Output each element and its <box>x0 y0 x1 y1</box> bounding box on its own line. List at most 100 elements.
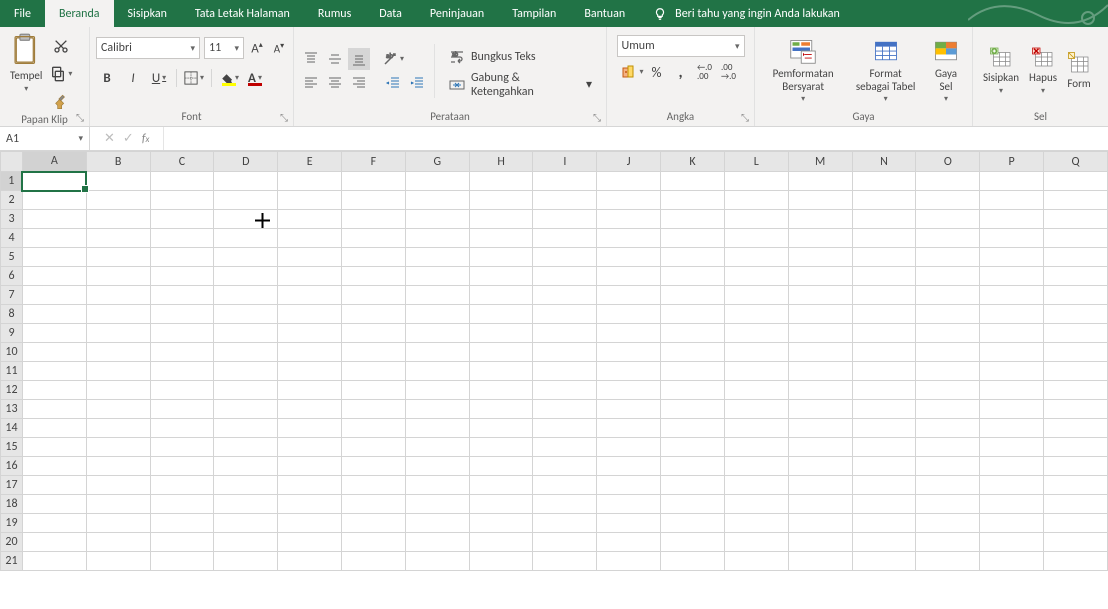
cell-E15[interactable] <box>278 438 342 457</box>
number-format-combo[interactable]: Umum ▾ <box>617 35 745 57</box>
cell-H18[interactable] <box>469 495 533 514</box>
cell-G20[interactable] <box>405 533 469 552</box>
cell-I14[interactable] <box>533 419 597 438</box>
cell-O1[interactable] <box>916 172 980 191</box>
cell-P8[interactable] <box>980 305 1044 324</box>
cell-E8[interactable] <box>278 305 342 324</box>
cell-E6[interactable] <box>278 267 342 286</box>
cell-H3[interactable] <box>469 210 533 229</box>
tab-help[interactable]: Bantuan <box>570 0 639 27</box>
cell-L12[interactable] <box>724 381 788 400</box>
cell-F16[interactable] <box>342 457 406 476</box>
cell-C16[interactable] <box>150 457 214 476</box>
increase-font-button[interactable]: A▴ <box>248 37 266 59</box>
cell-Q8[interactable] <box>1044 305 1108 324</box>
cell-C10[interactable] <box>150 343 214 362</box>
cell-B17[interactable] <box>86 476 150 495</box>
cell-N19[interactable] <box>852 514 916 533</box>
italic-button[interactable]: I <box>122 67 144 89</box>
cell-H15[interactable] <box>469 438 533 457</box>
cell-F5[interactable] <box>342 248 406 267</box>
cell-E17[interactable] <box>278 476 342 495</box>
cell-Q15[interactable] <box>1044 438 1108 457</box>
accept-formula-button[interactable]: ✓ <box>123 131 134 146</box>
cell-J11[interactable] <box>597 362 661 381</box>
cell-A7[interactable] <box>22 286 86 305</box>
delete-cells-button[interactable]: Hapus ▾ <box>1025 43 1061 98</box>
cell-L5[interactable] <box>724 248 788 267</box>
cell-E19[interactable] <box>278 514 342 533</box>
cell-N8[interactable] <box>852 305 916 324</box>
cell-styles-button[interactable]: Gaya Sel ▾ <box>926 35 966 107</box>
row-header-11[interactable]: 11 <box>1 362 23 381</box>
underline-button[interactable]: U▾ <box>148 67 170 89</box>
cell-N16[interactable] <box>852 457 916 476</box>
cell-L13[interactable] <box>724 400 788 419</box>
tab-formulas[interactable]: Rumus <box>304 0 365 27</box>
column-header-Q[interactable]: Q <box>1044 152 1108 172</box>
bold-button[interactable]: B <box>96 67 118 89</box>
orientation-button[interactable]: ab▾ <box>382 48 404 70</box>
cell-P12[interactable] <box>980 381 1044 400</box>
cell-E1[interactable] <box>278 172 342 191</box>
cell-A17[interactable] <box>22 476 86 495</box>
cell-A3[interactable] <box>22 210 86 229</box>
cell-P3[interactable] <box>980 210 1044 229</box>
cell-O6[interactable] <box>916 267 980 286</box>
cell-F6[interactable] <box>342 267 406 286</box>
cell-A12[interactable] <box>22 381 86 400</box>
cell-A6[interactable] <box>22 267 86 286</box>
cell-J10[interactable] <box>597 343 661 362</box>
column-header-E[interactable]: E <box>278 152 342 172</box>
cell-O14[interactable] <box>916 419 980 438</box>
cell-C12[interactable] <box>150 381 214 400</box>
cell-Q10[interactable] <box>1044 343 1108 362</box>
cell-B19[interactable] <box>86 514 150 533</box>
cell-F12[interactable] <box>342 381 406 400</box>
cell-B14[interactable] <box>86 419 150 438</box>
cell-O11[interactable] <box>916 362 980 381</box>
cell-P16[interactable] <box>980 457 1044 476</box>
cell-C15[interactable] <box>150 438 214 457</box>
cell-G10[interactable] <box>405 343 469 362</box>
cell-Q16[interactable] <box>1044 457 1108 476</box>
percent-button[interactable]: % <box>646 61 668 83</box>
cell-F10[interactable] <box>342 343 406 362</box>
cell-C2[interactable] <box>150 191 214 210</box>
cell-M9[interactable] <box>788 324 852 343</box>
cell-K20[interactable] <box>661 533 725 552</box>
cell-E13[interactable] <box>278 400 342 419</box>
cell-N9[interactable] <box>852 324 916 343</box>
row-header-16[interactable]: 16 <box>1 457 23 476</box>
decrease-font-button[interactable]: A▾ <box>270 37 288 59</box>
cell-D9[interactable] <box>214 324 278 343</box>
cell-D4[interactable] <box>214 229 278 248</box>
cell-O2[interactable] <box>916 191 980 210</box>
dialog-launcher-number[interactable]: ⤡ <box>738 110 752 124</box>
cell-I8[interactable] <box>533 305 597 324</box>
cell-K12[interactable] <box>661 381 725 400</box>
cell-P13[interactable] <box>980 400 1044 419</box>
comma-button[interactable]: , <box>670 61 692 83</box>
cell-H13[interactable] <box>469 400 533 419</box>
cell-G11[interactable] <box>405 362 469 381</box>
cell-O4[interactable] <box>916 229 980 248</box>
column-header-C[interactable]: C <box>150 152 214 172</box>
cell-L20[interactable] <box>724 533 788 552</box>
cell-L15[interactable] <box>724 438 788 457</box>
cell-L7[interactable] <box>724 286 788 305</box>
cell-D3[interactable] <box>214 210 278 229</box>
cell-N3[interactable] <box>852 210 916 229</box>
cell-D6[interactable] <box>214 267 278 286</box>
cell-E20[interactable] <box>278 533 342 552</box>
cell-H9[interactable] <box>469 324 533 343</box>
cell-G2[interactable] <box>405 191 469 210</box>
cell-K10[interactable] <box>661 343 725 362</box>
cell-J2[interactable] <box>597 191 661 210</box>
cell-H19[interactable] <box>469 514 533 533</box>
column-header-D[interactable]: D <box>214 152 278 172</box>
cell-K6[interactable] <box>661 267 725 286</box>
cell-C11[interactable] <box>150 362 214 381</box>
cell-K15[interactable] <box>661 438 725 457</box>
cell-Q19[interactable] <box>1044 514 1108 533</box>
